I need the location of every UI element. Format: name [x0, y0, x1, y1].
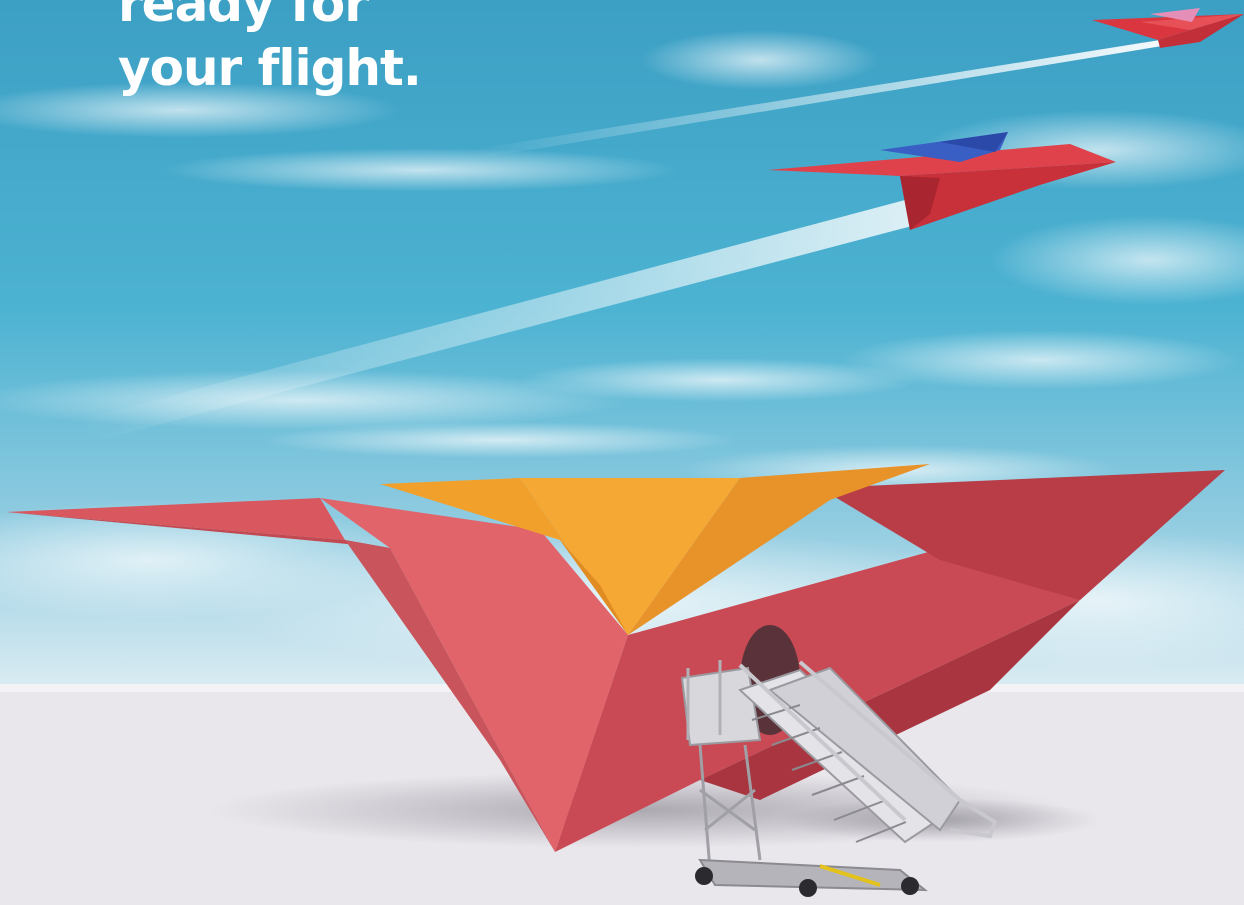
- headline: ready for your flight.: [118, 0, 422, 100]
- headline-line-1: ready for: [118, 0, 369, 33]
- advert-scene: ready for your flight.: [0, 0, 1244, 905]
- sky-background: [0, 0, 1244, 905]
- headline-line-2: your flight.: [118, 39, 422, 97]
